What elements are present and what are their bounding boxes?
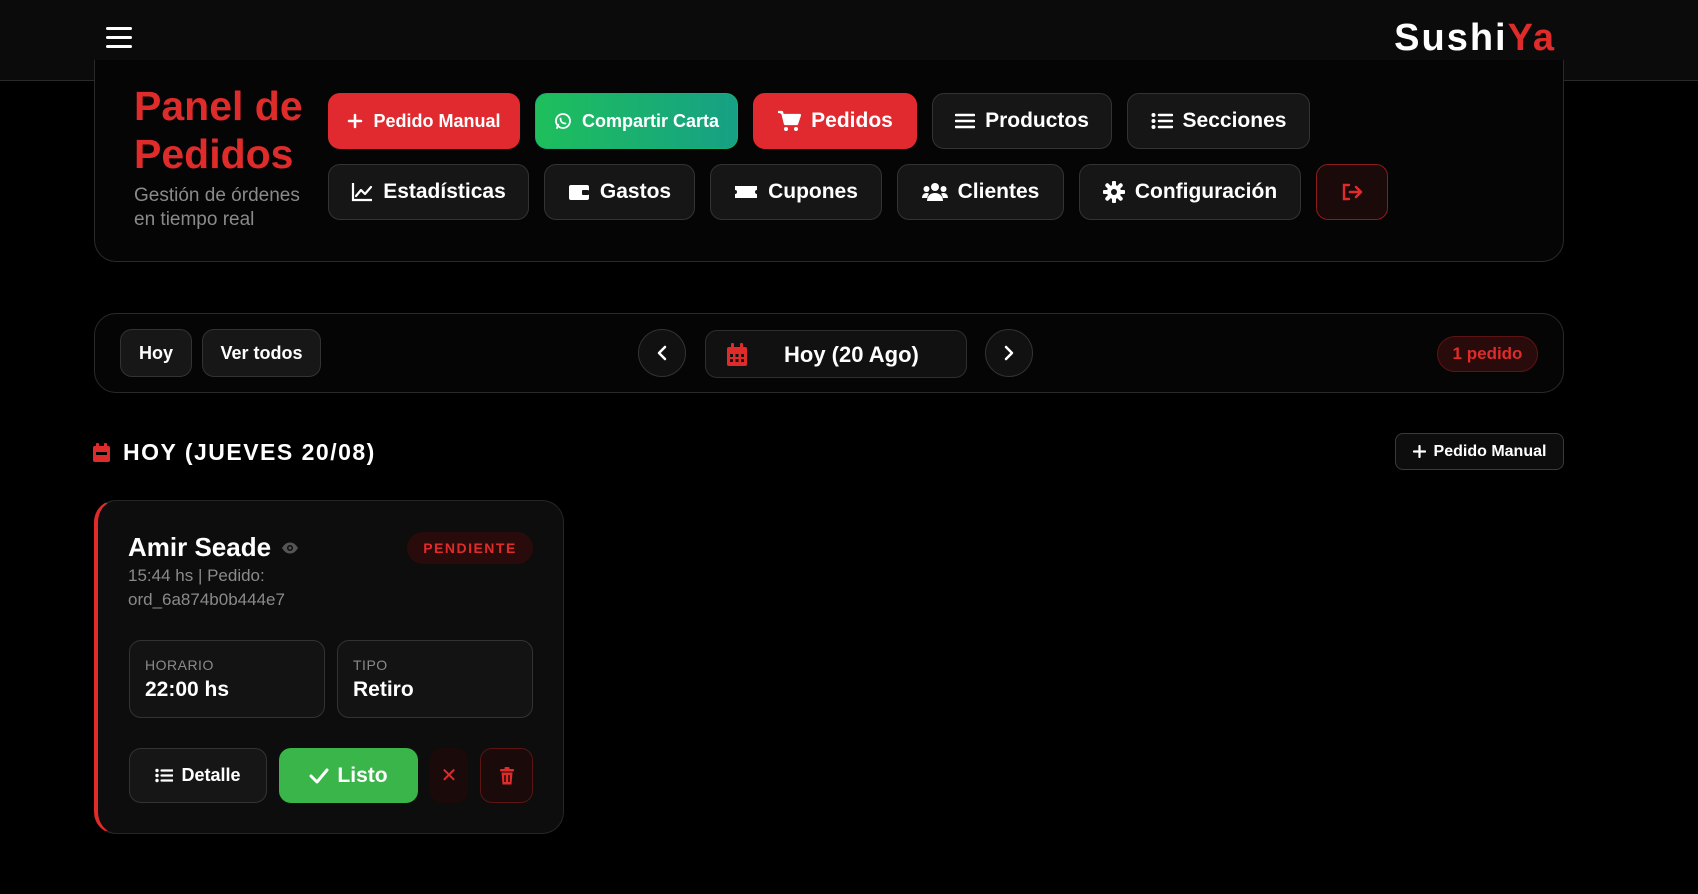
menu-icon[interactable] <box>106 27 132 49</box>
settings-label: Configuración <box>1134 180 1278 203</box>
clients-label: Clientes <box>957 180 1040 203</box>
eye-icon[interactable] <box>281 541 299 555</box>
type-label: TIPO <box>353 657 388 673</box>
coupons-button[interactable]: Cupones <box>710 164 882 220</box>
brand-logo: SushiYa <box>1394 17 1556 60</box>
schedule-box: HORARIO 22:00 hs <box>129 640 325 718</box>
page-title: Panel de Pedidos <box>134 83 303 177</box>
logout-icon <box>1342 183 1363 201</box>
orders-label: Pedidos <box>811 109 893 132</box>
orders-button[interactable]: Pedidos <box>753 93 917 149</box>
users-icon <box>921 183 948 201</box>
status-badge: PENDIENTE <box>407 532 533 564</box>
ticket-icon <box>735 186 758 198</box>
see-all-button[interactable]: Ver todos <box>202 329 321 377</box>
manual-order-small-label: Pedido Manual <box>1433 442 1547 460</box>
gear-icon <box>1102 181 1125 203</box>
close-icon: ✕ <box>440 765 458 787</box>
order-count-badge: 1 pedido <box>1437 336 1538 372</box>
statistics-label: Estadísticas <box>383 180 506 203</box>
order-meta: 15:44 hs | Pedido: ord_6a874b0b444e7 <box>128 566 285 609</box>
coupons-label: Cupones <box>768 180 858 203</box>
expenses-label: Gastos <box>599 180 672 203</box>
products-label: Productos <box>985 109 1089 132</box>
today-button[interactable]: Hoy <box>120 329 192 377</box>
section-heading: HOY (JUEVES 20/08) <box>123 439 376 465</box>
detail-label: Detalle <box>181 765 241 785</box>
expenses-button[interactable]: Gastos <box>544 164 695 220</box>
plus-icon <box>348 113 363 129</box>
manual-order-label: Pedido Manual <box>373 110 501 131</box>
sections-button[interactable]: Secciones <box>1127 93 1310 149</box>
type-value: Retiro <box>353 678 414 701</box>
trash-icon <box>499 766 514 784</box>
manual-order-button[interactable]: Pedido Manual <box>328 93 520 149</box>
detail-button[interactable]: Detalle <box>129 748 267 803</box>
manual-order-small-button[interactable]: Pedido Manual <box>1395 433 1564 470</box>
mark-ready-label: Listo <box>337 763 388 787</box>
brand-name-part2: Ya <box>1507 17 1556 59</box>
plus-icon <box>1412 445 1426 458</box>
page-subtitle: Gestión de órdenes en tiempo real <box>134 185 300 230</box>
type-box: TIPO Retiro <box>337 640 533 718</box>
wallet-icon <box>568 185 589 200</box>
mark-ready-button[interactable]: Listo <box>279 748 418 803</box>
products-button[interactable]: Productos <box>932 93 1112 149</box>
schedule-value: 22:00 hs <box>145 678 230 701</box>
customer-name: Amir Seade <box>128 532 272 562</box>
chevron-left-icon <box>657 345 667 361</box>
calendar-icon <box>93 443 110 462</box>
calendar-icon <box>727 343 747 366</box>
chevron-right-icon <box>1004 345 1014 361</box>
schedule-label: HORARIO <box>145 657 214 673</box>
share-menu-label: Compartir Carta <box>581 110 720 131</box>
date-selector[interactable]: Hoy (20 Ago) <box>705 330 967 378</box>
chart-line-icon <box>352 183 373 202</box>
share-menu-button[interactable]: Compartir Carta <box>535 93 738 149</box>
statistics-button[interactable]: Estadísticas <box>328 164 529 220</box>
brand-name-part1: Sushi <box>1394 17 1508 59</box>
sections-label: Secciones <box>1182 109 1287 132</box>
delete-order-button[interactable] <box>480 748 533 803</box>
list-icon <box>955 113 976 129</box>
settings-button[interactable]: Configuración <box>1079 164 1301 220</box>
current-date-label: Hoy (20 Ago) <box>784 342 919 367</box>
logout-button[interactable] <box>1316 164 1388 220</box>
cart-icon <box>778 110 802 131</box>
cancel-order-button[interactable]: ✕ <box>430 748 468 803</box>
next-day-button[interactable] <box>985 329 1033 377</box>
bulleted-list-icon <box>1151 113 1173 129</box>
previous-day-button[interactable] <box>638 329 686 377</box>
whatsapp-icon <box>555 113 571 129</box>
clients-button[interactable]: Clientes <box>897 164 1064 220</box>
check-icon <box>309 768 329 783</box>
bulleted-list-icon <box>155 768 174 783</box>
